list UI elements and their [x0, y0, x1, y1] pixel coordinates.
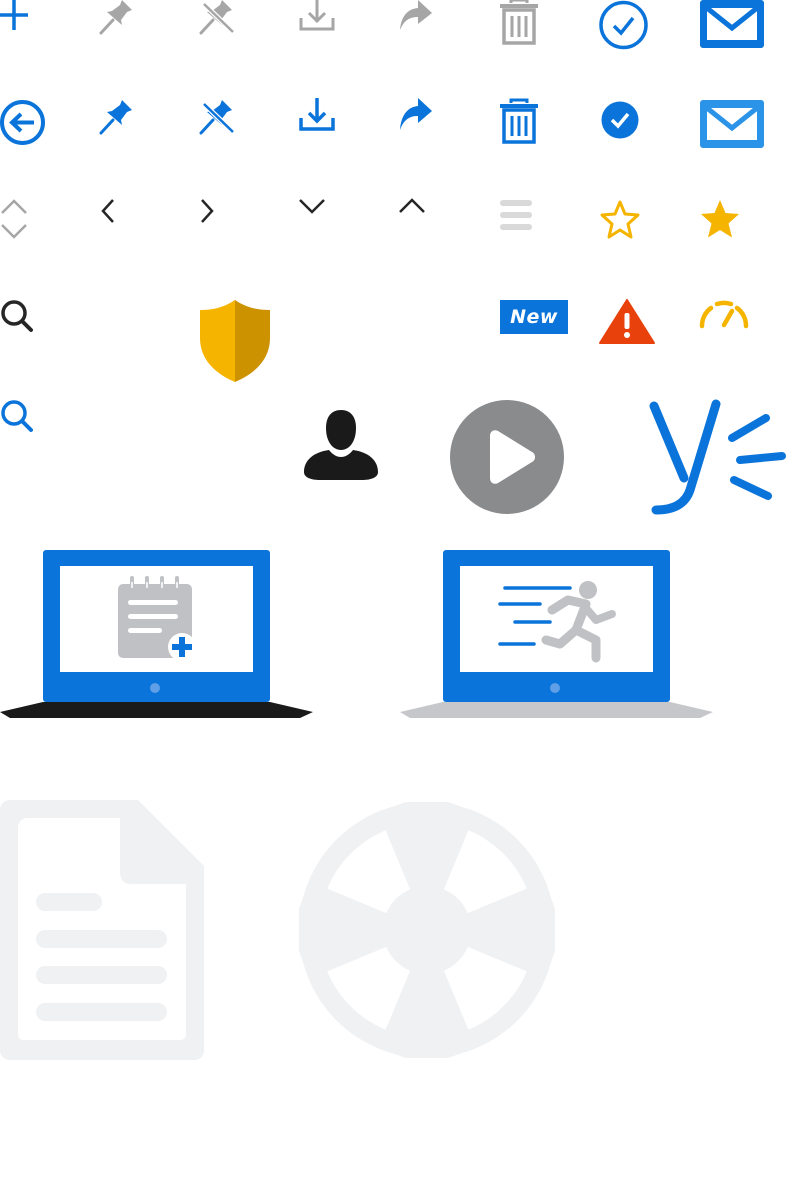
- unpin-icon[interactable]: [198, 98, 238, 138]
- search-icon[interactable]: [0, 298, 36, 334]
- chevron-left-icon[interactable]: [98, 198, 118, 226]
- download-icon[interactable]: [298, 98, 336, 134]
- yammer-logo-icon: [649, 399, 786, 515]
- trash-icon[interactable]: [498, 0, 540, 46]
- plus-icon[interactable]: [0, 0, 30, 32]
- shield-icon: [200, 300, 270, 382]
- gauge-icon: [699, 300, 749, 329]
- pin-icon[interactable]: [98, 0, 138, 36]
- check-circle-filled-icon[interactable]: [600, 100, 640, 140]
- mail-icon[interactable]: [700, 0, 766, 50]
- mail-icon[interactable]: [700, 100, 766, 150]
- pin-icon[interactable]: [98, 98, 138, 138]
- forward-icon[interactable]: [398, 98, 434, 134]
- warning-icon: [599, 299, 655, 344]
- unpin-icon[interactable]: [198, 0, 238, 36]
- star-filled-icon[interactable]: [698, 198, 742, 242]
- laptop-runner-icon: [400, 550, 713, 718]
- sort-icon[interactable]: [0, 198, 30, 242]
- trash-icon[interactable]: [498, 98, 540, 146]
- back-circle-icon[interactable]: [0, 98, 48, 148]
- check-circle-outline-icon[interactable]: [598, 0, 650, 50]
- laptop-note-add-icon: [0, 550, 313, 718]
- download-icon[interactable]: [298, 0, 336, 34]
- chevron-right-icon[interactable]: [198, 198, 218, 226]
- document-icon: [0, 800, 204, 1060]
- star-outline-icon[interactable]: [598, 198, 642, 242]
- search-icon[interactable]: [0, 398, 36, 434]
- forward-icon[interactable]: [398, 0, 434, 34]
- new-badge: New: [500, 300, 568, 334]
- chevron-down-icon[interactable]: [298, 196, 328, 216]
- drag-handle-icon[interactable]: [498, 198, 534, 234]
- chevron-up-icon[interactable]: [398, 196, 428, 216]
- play-icon[interactable]: [448, 398, 566, 516]
- user-icon: [304, 410, 378, 480]
- lifebuoy-icon: [299, 802, 555, 1058]
